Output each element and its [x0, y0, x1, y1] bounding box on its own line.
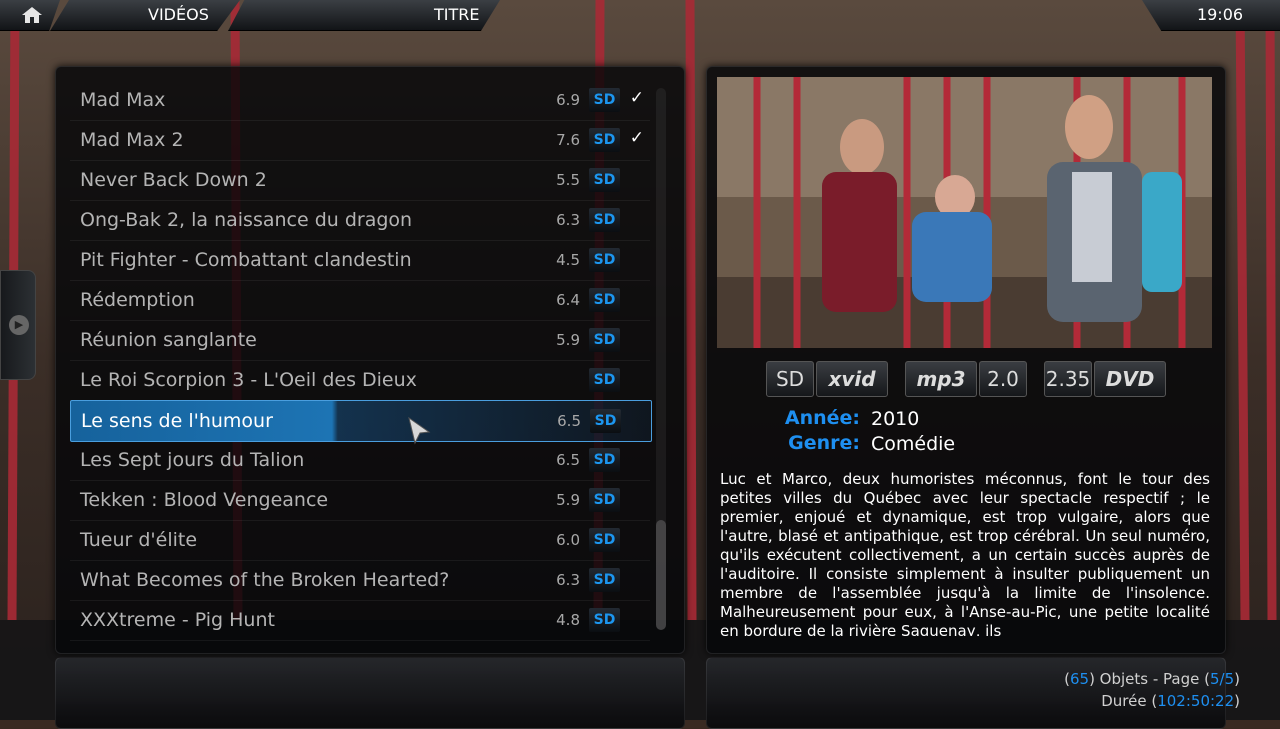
- resolution-badge: SD: [589, 248, 620, 272]
- list-item-title: What Becomes of the Broken Hearted?: [80, 569, 450, 591]
- list-item[interactable]: Le Roi Scorpion 3 - L'Oeil des Dieux SD: [70, 360, 650, 401]
- chevron-right-icon: ▶: [9, 315, 29, 335]
- list-item-title: Mad Max 2: [80, 129, 184, 151]
- list-item[interactable]: Tueur d'élite 6.0 SD: [70, 520, 650, 561]
- list-item-rating: 5.9: [556, 331, 580, 349]
- watched-check-icon: ✓: [629, 88, 644, 108]
- section-title: VIDÉOS: [148, 5, 209, 24]
- list-item-title: Le Roi Scorpion 3 - L'Oeil des Dieux: [80, 369, 417, 391]
- genre-label: Genre:: [788, 432, 860, 454]
- resolution-badge: SD: [589, 168, 620, 192]
- list-item-title: Réunion sanglante: [80, 329, 257, 351]
- list-item-title: Mad Max: [80, 89, 166, 111]
- resolution-badge: SD: [589, 488, 620, 512]
- item-count: 65: [1069, 670, 1090, 688]
- list-item[interactable]: Réunion sanglante 5.9 SD: [70, 320, 650, 361]
- list-item-rating: 6.9: [556, 91, 580, 109]
- aspect-ratio-flag: 2.35: [1044, 361, 1092, 397]
- list-item[interactable]: Mad Max 6.9 SD ✓: [70, 80, 650, 121]
- list-item-title: Le sens de l'humour: [81, 410, 273, 432]
- list-item-rating: 6.4: [556, 291, 580, 309]
- movie-thumbnail: [717, 77, 1212, 348]
- resolution-badge: SD: [589, 288, 620, 312]
- duration-line: Durée (102:50:22): [1064, 690, 1240, 712]
- total-duration: 102:50:22: [1157, 692, 1235, 710]
- resolution-badge: SD: [589, 568, 620, 592]
- list-scrollbar[interactable]: [656, 88, 666, 630]
- list-item-rating: 6.3: [556, 571, 580, 589]
- resolution-badge: SD: [589, 608, 620, 632]
- list-item[interactable]: Le sens de l'humour 6.5 SD: [70, 400, 652, 442]
- resolution-flag: SD: [766, 361, 814, 397]
- list-item[interactable]: Les Sept jours du Talion 6.5 SD: [70, 440, 650, 481]
- duration-label: Durée (: [1101, 692, 1158, 710]
- items-page-line: (65) Objets - Page (5/5): [1064, 668, 1240, 690]
- list-item-title: Les Sept jours du Talion: [80, 449, 305, 471]
- clock-text: 19:06: [1196, 5, 1244, 24]
- resolution-badge: SD: [589, 88, 620, 112]
- year-label: Année:: [784, 407, 860, 429]
- resolution-badge: SD: [589, 528, 620, 552]
- list-item-rating: 5.9: [556, 491, 580, 509]
- list-item-title: Rédemption: [80, 289, 195, 311]
- list-item-title: Never Back Down 2: [80, 169, 267, 191]
- footer-objects-label: ) Objets - Page (: [1089, 670, 1210, 688]
- list-item-title: Pit Fighter - Combattant clandestin: [80, 249, 412, 271]
- list-item[interactable]: Mad Max 2 7.6 SD ✓: [70, 120, 650, 161]
- page-indicator: 5/5: [1210, 670, 1235, 688]
- scrollbar-thumb[interactable]: [656, 520, 666, 630]
- video-codec-flag: xvid: [816, 361, 888, 397]
- side-menu-tab[interactable]: ▶: [0, 270, 36, 380]
- sort-indicator[interactable]: TITRE: [228, 0, 500, 31]
- year-value: 2010: [871, 408, 920, 430]
- footer-info: (65) Objets - Page (5/5) Durée (102:50:2…: [1064, 668, 1240, 712]
- list-item[interactable]: Never Back Down 2 5.5 SD: [70, 160, 650, 201]
- list-item[interactable]: What Becomes of the Broken Hearted? 6.3 SD: [70, 560, 650, 601]
- list-item-title: Tueur d'élite: [80, 529, 198, 551]
- source-flag: DVD: [1094, 361, 1166, 397]
- list-item-rating: 6.0: [556, 531, 580, 549]
- list-item-rating: 4.8: [556, 611, 580, 629]
- list-item-title: XXXtreme - Pig Hunt: [80, 609, 275, 631]
- plot-text: Luc et Marco, deux humoristes méconnus, …: [720, 470, 1210, 636]
- resolution-badge: SD: [589, 368, 620, 392]
- resolution-badge: SD: [589, 448, 620, 472]
- list-item-rating: 6.3: [556, 211, 580, 229]
- audio-codec-flag: mp3: [905, 361, 977, 397]
- list-item-rating: 4.5: [556, 251, 580, 269]
- list-item-title: Ong-Bak 2, la naissance du dragon: [80, 209, 413, 231]
- watched-check-icon: ✓: [629, 128, 644, 148]
- genre-value: Comédie: [871, 433, 956, 455]
- clock: 19:06: [1142, 0, 1280, 31]
- breadcrumb-section: VIDÉOS: [50, 0, 240, 31]
- resolution-badge: SD: [590, 409, 621, 433]
- footer-panel-left: [55, 657, 685, 729]
- resolution-badge: SD: [589, 328, 620, 352]
- top-bar: VIDÉOS TITRE 19:06: [0, 0, 1280, 31]
- audio-channels-flag: 2.0: [979, 361, 1027, 397]
- list-item[interactable]: Ong-Bak 2, la naissance du dragon 6.3 SD: [70, 200, 650, 241]
- home-icon: [22, 7, 42, 23]
- footer-paren-close: ): [1234, 670, 1240, 688]
- mouse-cursor-icon: [408, 416, 431, 445]
- list-item[interactable]: Tekken : Blood Vengeance 5.9 SD: [70, 480, 650, 521]
- list-item[interactable]: Rédemption 6.4 SD: [70, 280, 650, 321]
- resolution-badge: SD: [589, 208, 620, 232]
- resolution-badge: SD: [589, 128, 620, 152]
- list-item-rating: 6.5: [556, 451, 580, 469]
- sort-label: TITRE: [434, 5, 480, 24]
- list-item-rating: 6.5: [557, 412, 581, 430]
- duration-paren-close: ): [1234, 692, 1240, 710]
- list-item-title: Tekken : Blood Vengeance: [80, 489, 329, 511]
- list-item[interactable]: XXXtreme - Pig Hunt 4.8 SD: [70, 600, 650, 641]
- list-item[interactable]: Pit Fighter - Combattant clandestin 4.5 SD: [70, 240, 650, 281]
- list-item-rating: 5.5: [556, 171, 580, 189]
- list-item-rating: 7.6: [556, 131, 580, 149]
- home-button[interactable]: [0, 0, 60, 31]
